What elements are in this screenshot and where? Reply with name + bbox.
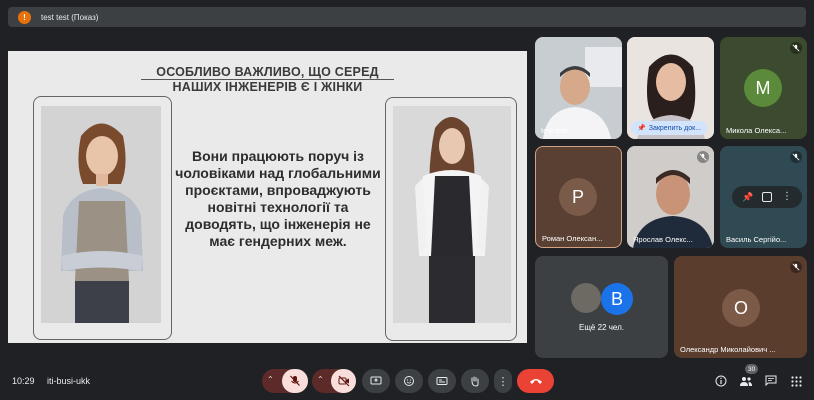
present-screen-icon — [370, 376, 382, 385]
more-options-button[interactable]: ⋮ — [494, 369, 512, 393]
participant-name: test test — [541, 126, 568, 135]
camera-options-chevron-icon[interactable]: ⌃ — [317, 375, 324, 384]
avatar: M — [744, 69, 782, 107]
slide-body-text: Вони працюють поруч із чоловіками над гл… — [175, 148, 381, 249]
chat-button[interactable] — [764, 374, 778, 388]
tile-hover-toolbar: 📌 ⋮ — [732, 186, 802, 208]
participant-name: Василь Сергійо... — [726, 235, 787, 244]
mic-off-icon — [697, 151, 709, 163]
avatar: O — [722, 289, 760, 327]
apps-grid-icon — [790, 375, 802, 387]
clock: 10:29 — [12, 376, 35, 386]
avatar-initial: B — [610, 288, 623, 309]
mic-control-group: ⌃ — [262, 369, 308, 393]
participant-name: Ярослав Олекс... — [633, 235, 693, 244]
mic-options-chevron-icon[interactable]: ⌃ — [267, 375, 274, 384]
mic-off-icon — [290, 375, 300, 386]
presenting-title: test test (Показ) — [41, 12, 99, 22]
participant-tile-roman[interactable]: P Роман Олексан... — [535, 146, 622, 248]
participant-tile-yaroslav[interactable]: Ярослав Олекс... — [627, 146, 714, 248]
camera-toggle-button[interactable] — [331, 369, 356, 393]
avatar-initial: M — [755, 77, 771, 98]
more-participants-tile[interactable]: B Ещё 22 чел. — [535, 256, 668, 358]
chat-icon — [765, 375, 777, 387]
camera-off-icon — [338, 375, 349, 387]
avatar: P — [559, 178, 597, 216]
participant-thumbnail — [571, 283, 601, 313]
participant-video — [535, 37, 622, 139]
mic-off-icon — [790, 151, 802, 163]
emoji-reactions-button[interactable] — [395, 369, 423, 393]
participant-count-badge: 30 — [745, 364, 759, 374]
participant-tile-oleksandr[interactable]: O Олександр Миколайович ... — [674, 256, 807, 358]
avatar-initial: P — [571, 186, 584, 207]
present-screen-button[interactable] — [362, 369, 390, 393]
participant-tile-test[interactable]: test test — [535, 37, 622, 139]
mic-off-icon — [790, 261, 802, 273]
more-options-icon[interactable]: ⋮ — [782, 192, 792, 202]
more-vert-icon: ⋮ — [497, 375, 509, 388]
hang-up-icon — [529, 379, 542, 384]
raise-hand-icon — [471, 376, 479, 387]
participant-name: Роман Олексан... — [542, 234, 603, 243]
mic-off-icon — [790, 42, 802, 54]
participant-tile-2[interactable]: 📌 Закрепить док... — [627, 37, 714, 139]
avatar-initial: O — [733, 297, 748, 318]
left-person-photo — [41, 106, 161, 323]
mic-toggle-button[interactable] — [282, 369, 308, 393]
pin-presentation-chip[interactable]: 📌 Закрепить док... — [631, 121, 708, 135]
participant-tile-vasyl[interactable]: 📌 ⋮ Василь Сергійо... — [720, 146, 807, 248]
people-button[interactable] — [739, 374, 753, 388]
pin-icon[interactable]: 📌 — [742, 192, 753, 202]
emoji-icon — [404, 376, 414, 386]
captions-button[interactable] — [428, 369, 456, 393]
shared-screen[interactable]: ОСОБЛИВО ВАЖЛИВО, ЩО СЕРЕД НАШИХ ІНЖЕНЕР… — [8, 51, 527, 343]
meeting-code[interactable]: iti-busi-ukk — [47, 376, 90, 386]
presenting-badge: ! — [18, 10, 31, 24]
captions-icon — [436, 377, 448, 385]
raise-hand-button[interactable] — [461, 369, 489, 393]
participant-name: Микола Олекса... — [726, 126, 787, 135]
pin-label: Закрепить док... — [648, 124, 702, 132]
camera-control-group: ⌃ — [312, 369, 356, 393]
pin-icon: 📌 — [637, 125, 646, 132]
more-participants-label: Ещё 22 чел. — [579, 323, 624, 332]
leave-call-button[interactable] — [517, 369, 554, 393]
meeting-details-button[interactable] — [714, 374, 728, 388]
info-icon — [715, 375, 727, 387]
slide-title-line2: НАШИХ ІНЖЕНЕРІВ Є І ЖІНКИ — [140, 79, 395, 94]
right-person-photo — [393, 106, 511, 323]
frame-icon[interactable] — [762, 192, 772, 202]
people-icon — [740, 377, 752, 386]
participant-tile-mykola[interactable]: M Микола Олекса... — [720, 37, 807, 139]
activities-button[interactable] — [789, 374, 803, 388]
slide-title-line1: ОСОБЛИВО ВАЖЛИВО, ЩО СЕРЕД — [156, 65, 379, 79]
participant-name: Олександр Миколайович ... — [680, 345, 776, 354]
slide-title: ОСОБЛИВО ВАЖЛИВО, ЩО СЕРЕД НАШИХ ІНЖЕНЕР… — [8, 65, 527, 94]
avatar: B — [601, 283, 633, 315]
control-bar: 10:29 iti-busi-ukk ⌃ ⌃ ⋮ 30 — [0, 364, 814, 400]
presenting-banner: ! test test (Показ) — [8, 7, 806, 27]
